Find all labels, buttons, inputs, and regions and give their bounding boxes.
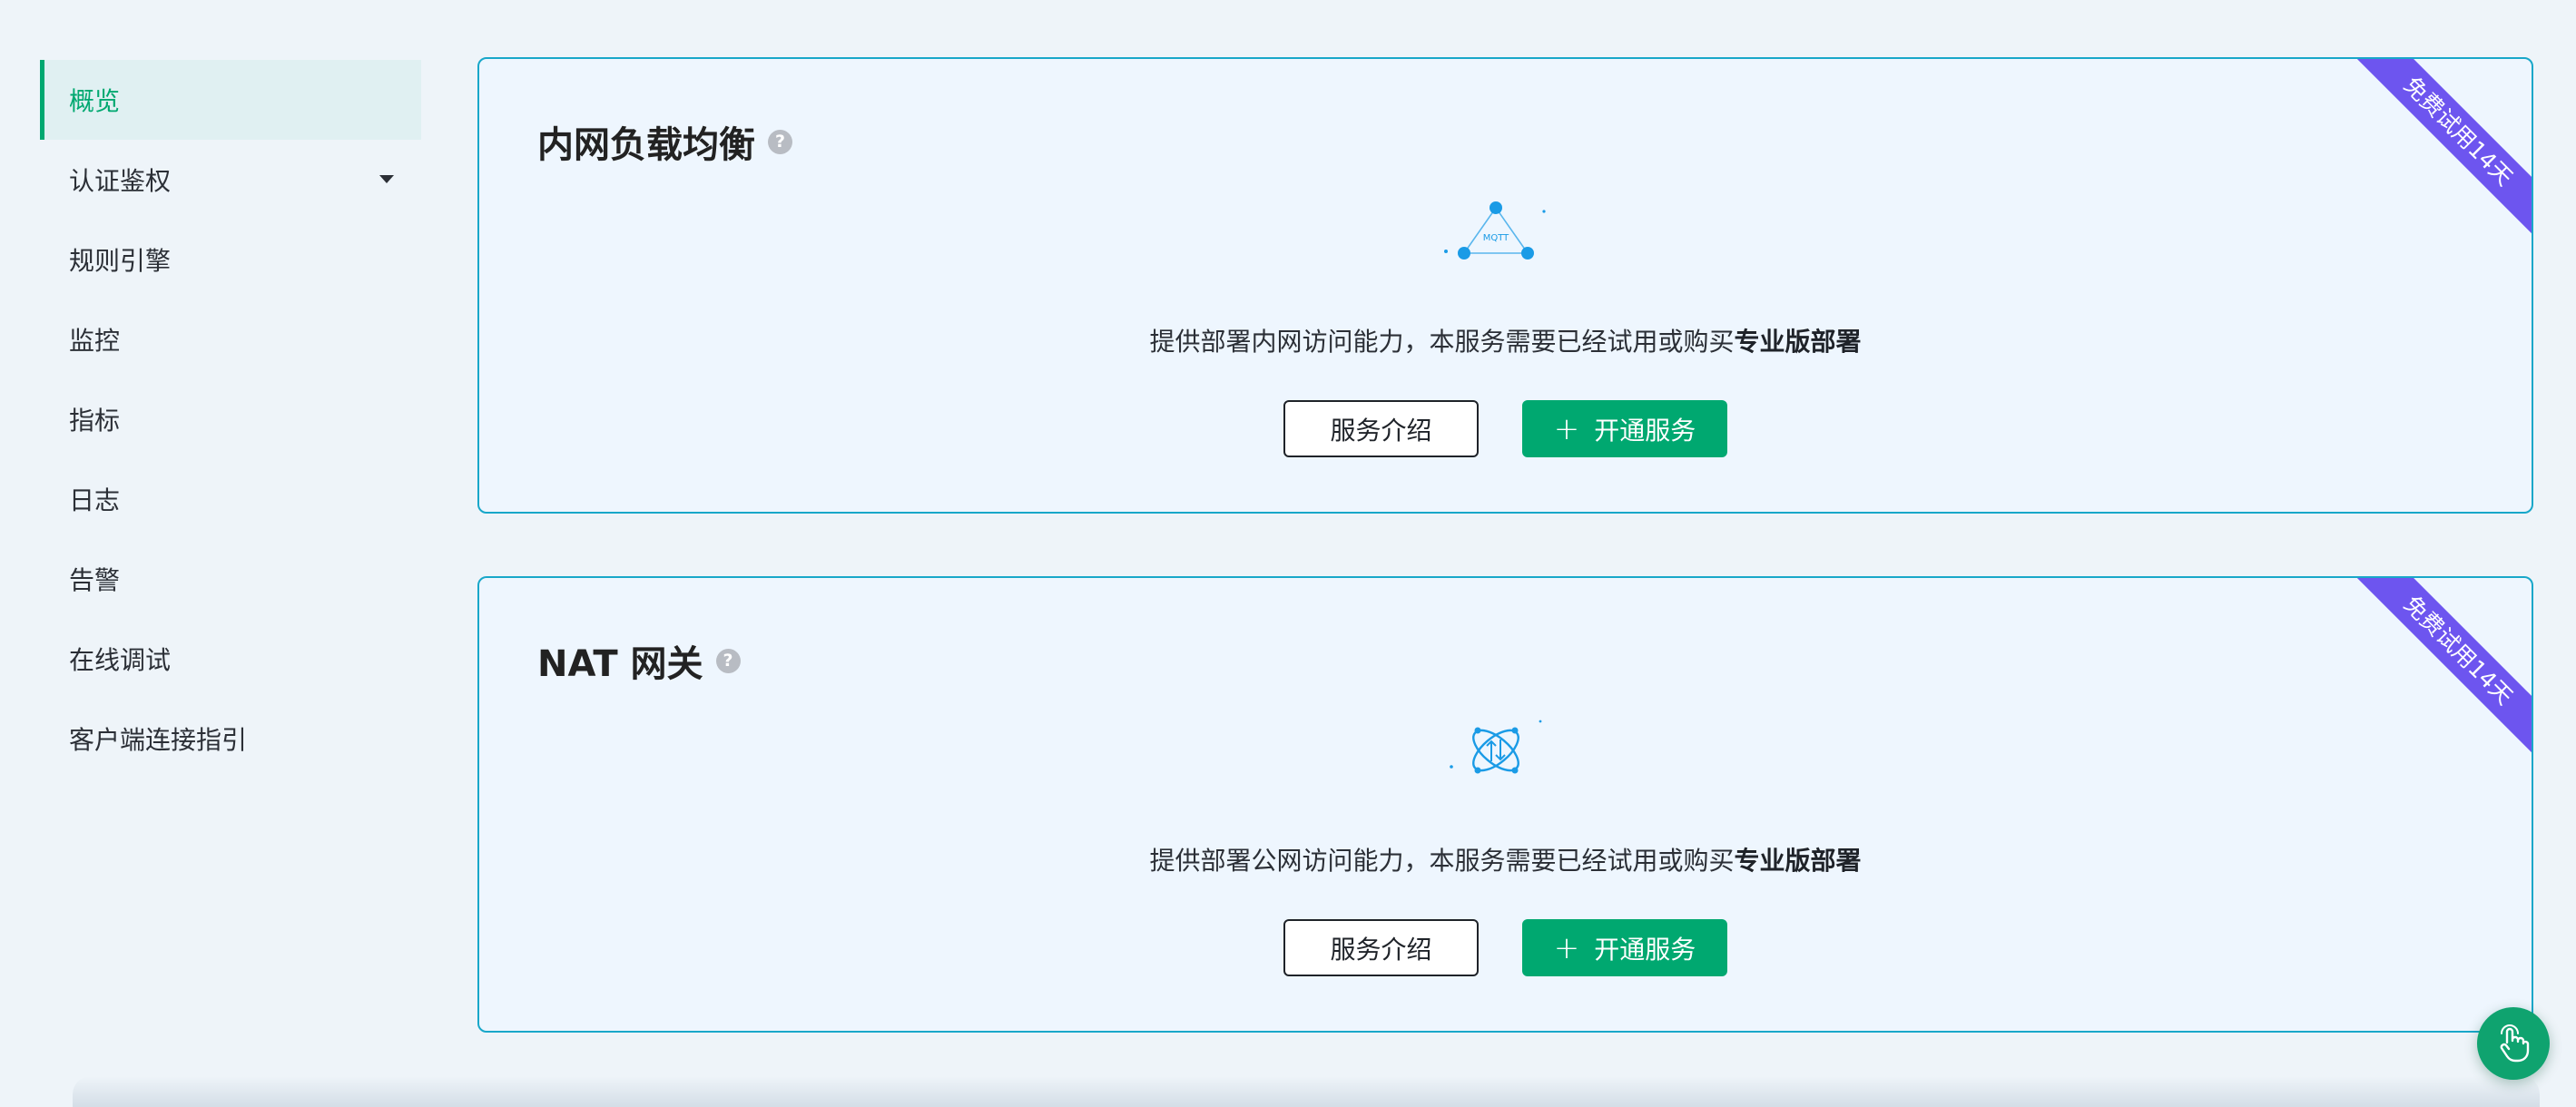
sidebar-item-label: 规则引擎 xyxy=(69,246,172,276)
sidebar-item-label: 概览 xyxy=(69,86,121,116)
button-label: 开通服务 xyxy=(1594,415,1696,446)
description-text: 提供部署内网访问能力，本服务需要已经试用或购买 xyxy=(1149,327,1735,357)
trial-ribbon-label: 免费试用14天 xyxy=(2337,578,2532,771)
description-emphasis: 专业版部署 xyxy=(1734,846,1862,876)
button-label: 服务介绍 xyxy=(1330,415,1432,446)
service-card-internal-lb: 免费试用14天 内网负载均衡 ? MQTT 提供部署内网访问能力，本服务需要已经… xyxy=(477,57,2533,514)
sidebar-item-online-debug[interactable]: 在线调试 xyxy=(40,619,421,699)
plus-icon: + xyxy=(1553,410,1580,447)
service-card-nat-gateway: 免费试用14天 NAT 网关 ? 提供部署公网访问能力，本服务需要已经试用或购买… xyxy=(477,576,2533,1033)
sidebar-item-overview[interactable]: 概览 xyxy=(40,60,421,140)
card-header: NAT 网关 ? xyxy=(537,634,741,687)
card-description: 提供部署公网访问能力，本服务需要已经试用或购买专业版部署 xyxy=(479,841,2532,877)
caret-down-icon xyxy=(379,175,394,183)
card-actions: 服务介绍 + 开通服务 xyxy=(479,400,2532,457)
sidebar-item-auth[interactable]: 认证鉴权 xyxy=(40,140,421,220)
sidebar-item-logs[interactable]: 日志 xyxy=(40,459,421,539)
trial-ribbon: 免费试用14天 xyxy=(2332,59,2532,259)
floating-help-button[interactable] xyxy=(2477,1007,2550,1080)
button-label: 开通服务 xyxy=(1594,934,1696,965)
sidebar-item-monitoring[interactable]: 监控 xyxy=(40,299,421,379)
card-actions: 服务介绍 + 开通服务 xyxy=(479,919,2532,976)
sidebar-item-label: 认证鉴权 xyxy=(69,166,172,196)
bottom-panel-edge xyxy=(73,1076,2540,1107)
sidebar-item-label: 监控 xyxy=(69,326,121,356)
trial-ribbon-label: 免费试用14天 xyxy=(2337,59,2532,252)
sidebar-item-label: 日志 xyxy=(69,485,121,515)
mqtt-label: MQTT xyxy=(1483,233,1509,243)
enable-service-button[interactable]: + 开通服务 xyxy=(1522,400,1727,457)
sidebar-item-metrics[interactable]: 指标 xyxy=(40,379,421,459)
card-header: 内网负载均衡 ? xyxy=(537,115,792,168)
enable-service-button[interactable]: + 开通服务 xyxy=(1522,919,1727,976)
sidebar-item-label: 告警 xyxy=(69,565,121,595)
sidebar: 概览 认证鉴权 规则引擎 监控 指标 日志 告警 在线调试 客户端连接指引 xyxy=(40,60,421,779)
sidebar-item-client-guide[interactable]: 客户端连接指引 xyxy=(40,699,421,779)
mqtt-network-icon: MQTT xyxy=(1444,201,1546,260)
nat-gateway-icon xyxy=(1450,720,1542,774)
sidebar-item-alerts[interactable]: 告警 xyxy=(40,539,421,619)
description-emphasis: 专业版部署 xyxy=(1734,327,1862,357)
help-icon[interactable]: ? xyxy=(715,648,741,673)
card-description: 提供部署内网访问能力，本服务需要已经试用或购买专业版部署 xyxy=(479,322,2532,358)
service-intro-button[interactable]: 服务介绍 xyxy=(1283,400,1479,457)
trial-ribbon: 免费试用14天 xyxy=(2332,578,2532,778)
hand-pointer-icon xyxy=(2500,1024,2530,1063)
description-text: 提供部署公网访问能力，本服务需要已经试用或购买 xyxy=(1149,846,1735,876)
sidebar-item-rule-engine[interactable]: 规则引擎 xyxy=(40,220,421,299)
service-intro-button[interactable]: 服务介绍 xyxy=(1283,919,1479,976)
help-icon[interactable]: ? xyxy=(768,129,792,154)
plus-icon: + xyxy=(1553,929,1580,966)
sidebar-item-label: 客户端连接指引 xyxy=(69,725,248,755)
sidebar-item-label: 在线调试 xyxy=(69,645,172,675)
card-title: NAT 网关 xyxy=(537,643,703,685)
sidebar-item-label: 指标 xyxy=(69,406,121,436)
card-title: 内网负载均衡 xyxy=(537,124,755,166)
button-label: 服务介绍 xyxy=(1330,934,1432,965)
